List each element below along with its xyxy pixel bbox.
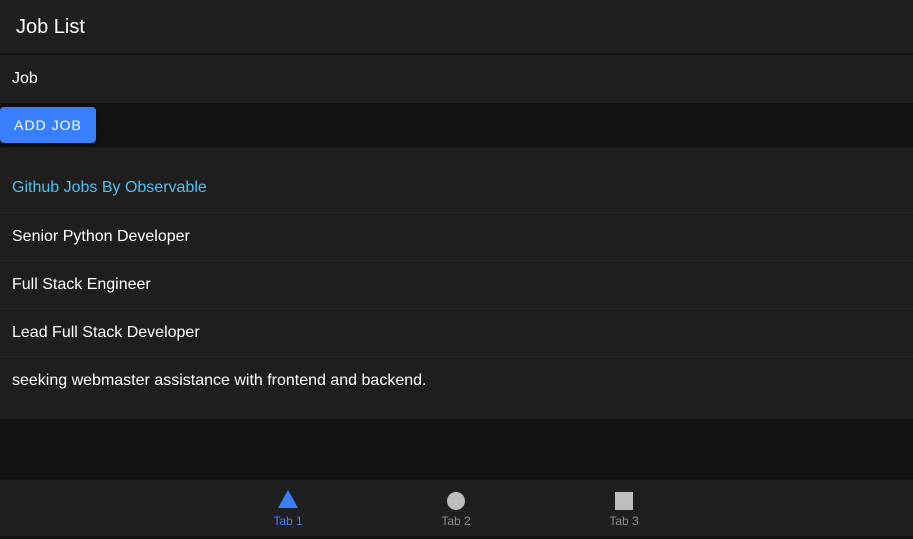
tab-label: Tab 2 — [441, 514, 471, 528]
list-header-label: Github Jobs By Observable — [12, 179, 207, 196]
triangle-icon — [278, 490, 298, 508]
circle-icon — [447, 492, 465, 510]
list-item[interactable]: Lead Full Stack Developer — [0, 309, 913, 357]
jobs-list: Github Jobs By Observable Senior Python … — [0, 147, 913, 419]
page-title: Job List — [16, 16, 85, 38]
job-input[interactable] — [12, 67, 892, 91]
tab-bar: Tab 1 Tab 2 Tab 3 — [0, 479, 913, 536]
button-row: ADD JOB — [0, 103, 913, 147]
list-item[interactable]: seeking webmaster assistance with fronte… — [0, 357, 913, 405]
list-item-label: Lead Full Stack Developer — [12, 324, 200, 341]
add-job-button[interactable]: ADD JOB — [0, 107, 96, 143]
list-item-label: Full Stack Engineer — [12, 276, 151, 293]
tab-1[interactable]: Tab 1 — [228, 480, 348, 537]
tab-3[interactable]: Tab 3 — [564, 480, 684, 537]
tab-label: Tab 3 — [609, 514, 639, 528]
tab-label: Tab 1 — [273, 514, 303, 528]
toolbar: Job List — [0, 0, 913, 54]
list-item[interactable]: Full Stack Engineer — [0, 261, 913, 309]
list-item[interactable]: Senior Python Developer — [0, 213, 913, 261]
square-icon — [615, 492, 633, 510]
list-item-label: seeking webmaster assistance with fronte… — [12, 372, 427, 389]
list-item-label: Senior Python Developer — [12, 228, 190, 245]
job-input-row — [0, 55, 913, 103]
list-header: Github Jobs By Observable — [0, 147, 913, 213]
tab-2[interactable]: Tab 2 — [396, 480, 516, 537]
app-root: Job List ADD JOB Github Jobs By Observab… — [0, 0, 913, 539]
